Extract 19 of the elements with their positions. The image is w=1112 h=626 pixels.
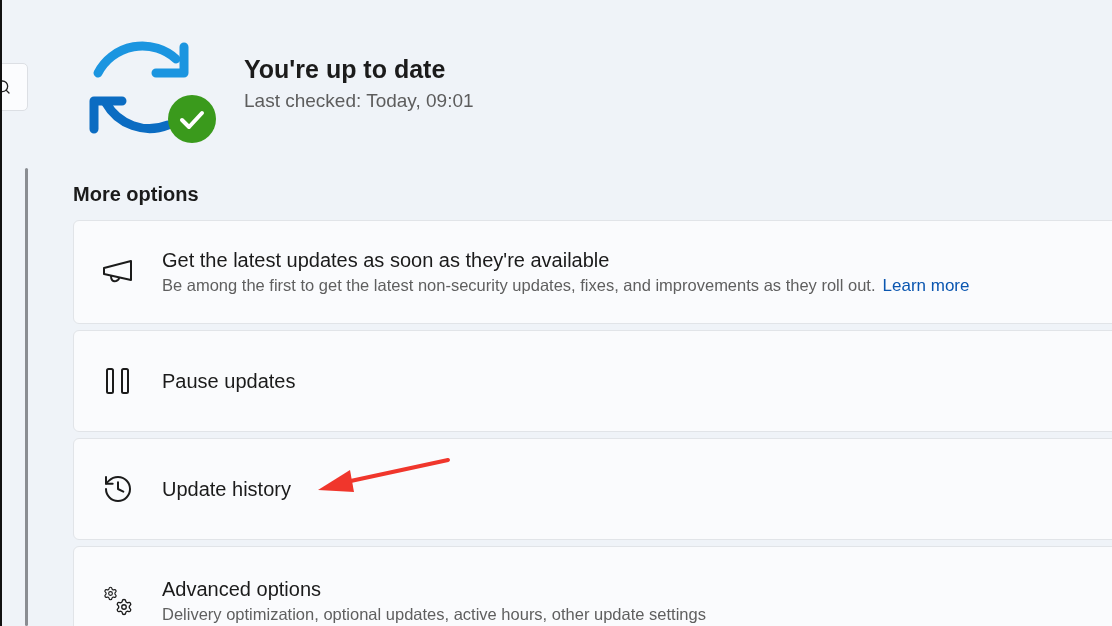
option-card[interactable]: Advanced options Delivery optimization, optional updates, active hours, other update settings — [73, 546, 1112, 626]
megaphone-icon — [102, 259, 134, 285]
last-checked-text: Last checked: Today, 09:01 — [244, 89, 474, 112]
history-icon — [102, 473, 134, 505]
option-title: Pause updates — [162, 369, 296, 393]
option-title: Get the latest updates as soon as they're available — [162, 248, 611, 272]
gears-icon — [103, 586, 133, 616]
learn-more-link[interactable]: Learn more — [882, 275, 970, 296]
option-title: Update history — [162, 477, 291, 501]
option-card[interactable]: Update history — [73, 438, 1112, 540]
option-description: Be among the first to get the latest non-security updates, fixes, and improvements as they roll out. — [162, 275, 876, 296]
option-card[interactable]: Get the latest updates as soon as they're available Be among the first to get the latest non-security updates, fixes, and improvements as they roll out. Learn more — [73, 220, 1112, 324]
option-title: Advanced options — [162, 578, 322, 601]
option-description: Delivery optimization, optional updates, active hours, other update settings — [162, 605, 706, 624]
pause-icon — [104, 367, 132, 395]
status-title: You're up to date — [244, 54, 447, 84]
option-card[interactable]: Pause updates — [73, 330, 1112, 432]
section-heading: More options — [73, 183, 200, 206]
sync-icon — [89, 41, 189, 134]
